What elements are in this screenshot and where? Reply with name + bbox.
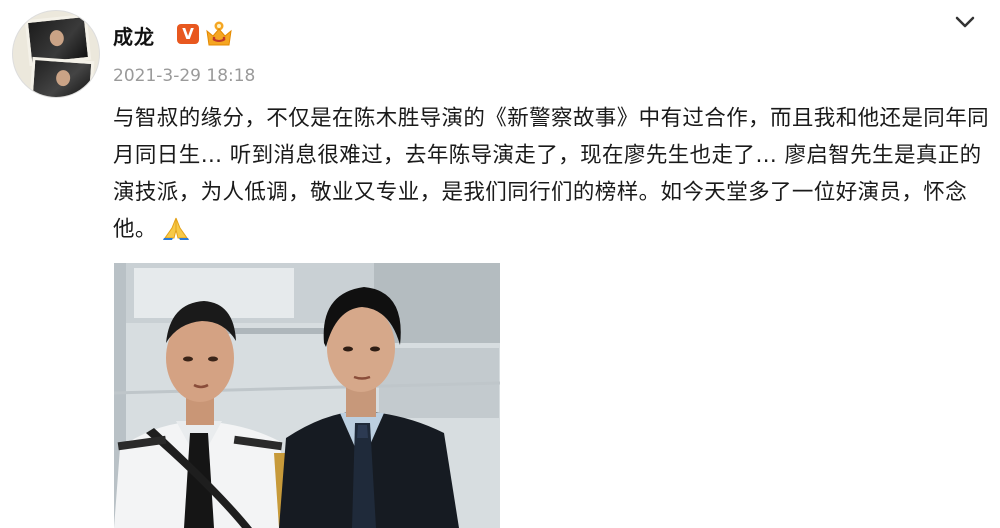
verified-v-icon: V xyxy=(177,24,199,44)
post-image[interactable] xyxy=(114,263,500,528)
post-text: 与智叔的缘分，不仅是在陈木胜导演的《新警察故事》中有过合作，而且我和他还是同年同… xyxy=(113,106,990,242)
avatar-photo-bottom xyxy=(29,56,95,97)
username[interactable]: 成龙 xyxy=(113,21,155,50)
avatar[interactable] xyxy=(12,10,100,98)
crown-icon xyxy=(206,21,232,46)
post-body: 与智叔的缘分，不仅是在陈木胜导演的《新警察故事》中有过合作，而且我和他还是同年同… xyxy=(113,100,993,248)
pray-emoji xyxy=(162,217,189,240)
chevron-down-icon[interactable] xyxy=(950,10,980,34)
post-timestamp: 2021-3-29 18:18 xyxy=(113,66,256,86)
